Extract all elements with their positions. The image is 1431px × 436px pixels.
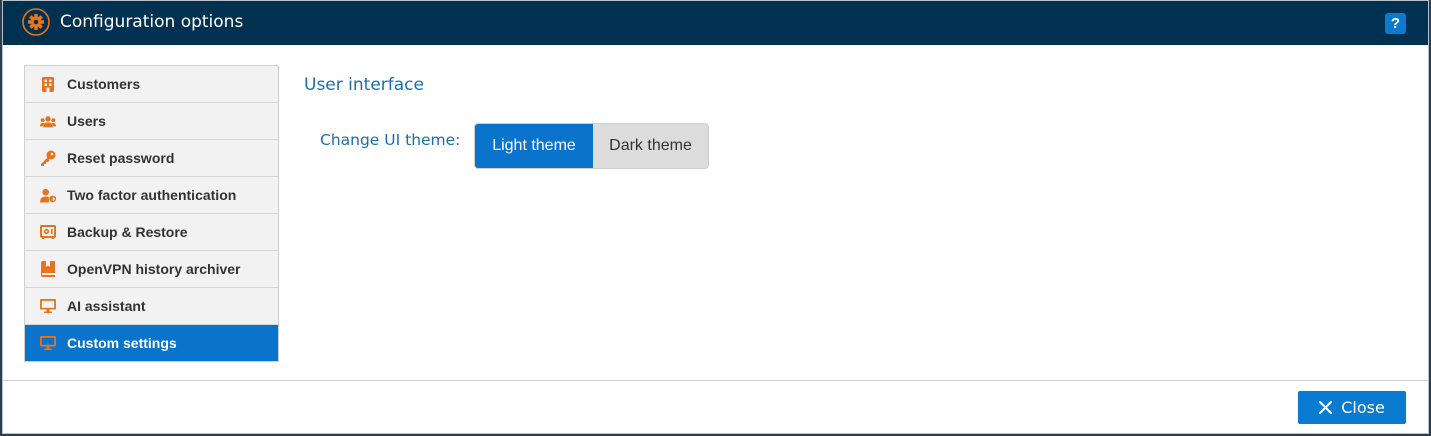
book-icon xyxy=(40,261,56,277)
theme-toggle-group: Light theme Dark theme xyxy=(474,123,709,169)
safe-icon xyxy=(40,224,56,240)
dark-theme-button[interactable]: Dark theme xyxy=(593,124,708,168)
user-shield-icon xyxy=(40,187,56,203)
building-icon xyxy=(40,76,56,92)
sidebar-item-label: Custom settings xyxy=(67,335,177,351)
key-icon xyxy=(40,150,56,166)
sidebar-item-users[interactable]: Users xyxy=(25,102,278,139)
sidebar-item-label: OpenVPN history archiver xyxy=(67,261,241,277)
sidebar-item-label: Reset password xyxy=(67,150,175,166)
close-button[interactable]: Close xyxy=(1298,391,1406,424)
light-theme-button[interactable]: Light theme xyxy=(475,124,593,168)
section-title: User interface xyxy=(304,75,424,95)
title-bar: Configuration options ? xyxy=(3,1,1428,45)
theme-label: Change UI theme: xyxy=(320,131,461,149)
footer-divider xyxy=(3,380,1428,381)
configuration-dialog: Configuration options ? Customers Users … xyxy=(2,0,1429,434)
sidebar-item-label: AI assistant xyxy=(67,298,146,314)
sidebar-item-customers[interactable]: Customers xyxy=(25,66,278,102)
sidebar-item-label: Two factor authentication xyxy=(67,187,237,203)
gear-icon xyxy=(22,8,50,36)
close-label: Close xyxy=(1341,398,1385,417)
users-icon xyxy=(40,113,56,129)
sidebar-item-custom-settings[interactable]: Custom settings xyxy=(25,324,278,361)
window-title: Configuration options xyxy=(60,12,244,32)
sidebar-item-label: Users xyxy=(67,113,106,129)
monitor-icon xyxy=(40,298,56,314)
monitor-icon xyxy=(40,335,56,351)
sidebar-item-two-factor[interactable]: Two factor authentication xyxy=(25,176,278,213)
sidebar-item-reset-password[interactable]: Reset password xyxy=(25,139,278,176)
sidebar-item-label: Customers xyxy=(67,76,141,92)
sidebar-item-label: Backup & Restore xyxy=(67,224,188,240)
close-icon xyxy=(1319,401,1333,414)
help-button[interactable]: ? xyxy=(1385,13,1406,34)
sidebar-item-backup-restore[interactable]: Backup & Restore xyxy=(25,213,278,250)
sidebar-item-ai-assistant[interactable]: AI assistant xyxy=(25,287,278,324)
sidebar-item-openvpn-archiver[interactable]: OpenVPN history archiver xyxy=(25,250,278,287)
sidebar: Customers Users Reset password Two facto… xyxy=(24,65,279,362)
